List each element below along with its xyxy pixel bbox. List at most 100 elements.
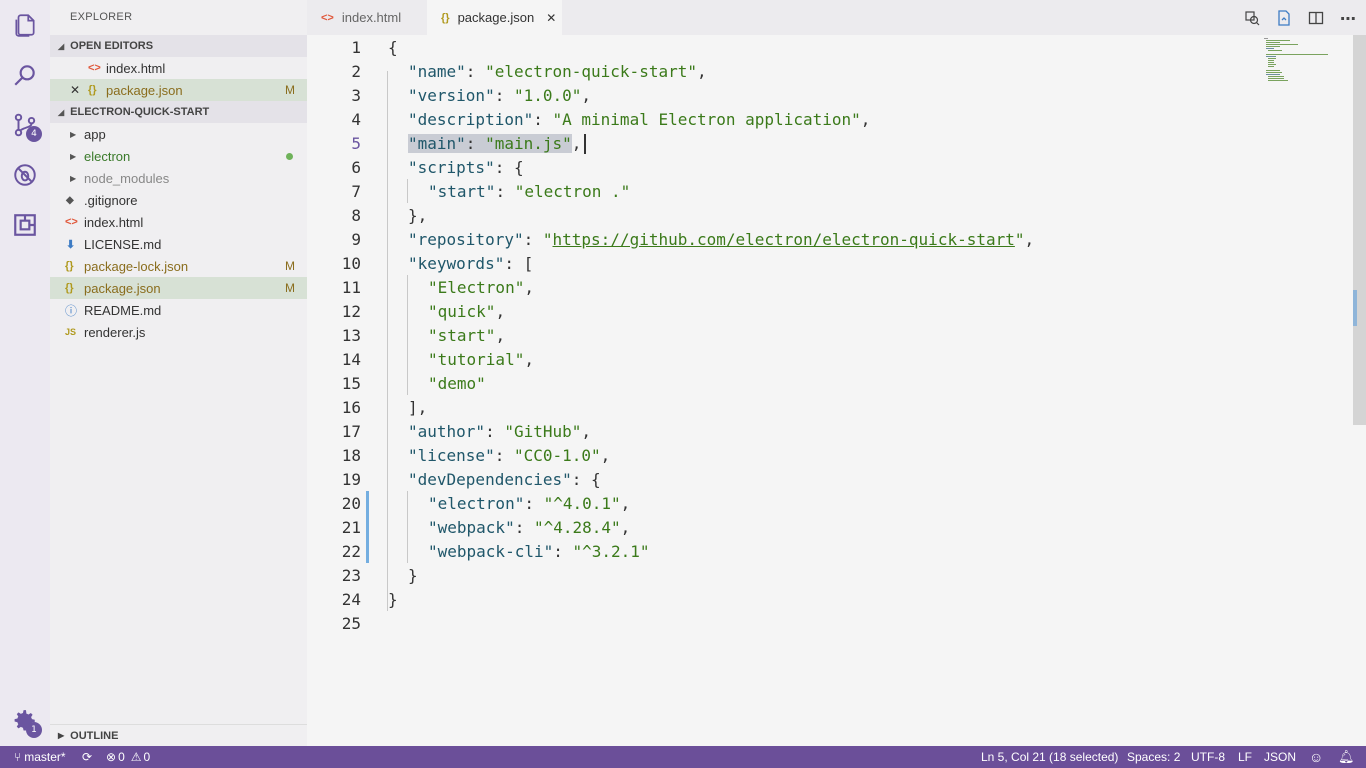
tree-item-label: package.json — [84, 280, 161, 296]
search-icon[interactable] — [0, 50, 50, 100]
code-line[interactable]: 6 "scripts": { — [307, 156, 1307, 180]
tree-item-gitignore[interactable]: ◆ .gitignore — [50, 189, 307, 211]
code-token: "demo" — [428, 374, 486, 393]
tree-item-renderer-js[interactable]: JS renderer.js — [50, 321, 307, 343]
minimap-line — [1268, 62, 1274, 63]
chevron-down-icon: ◢ — [58, 41, 65, 51]
code-line[interactable]: 21 "webpack": "^4.28.4", — [307, 516, 1307, 540]
branch-indicator[interactable]: ⑂ master* — [14, 746, 66, 768]
cursor-position[interactable]: Ln 5, Col 21 (18 selected) — [981, 746, 1118, 768]
code-token: "main" — [408, 134, 466, 153]
code-text: "quick", — [428, 300, 505, 324]
status-dot — [286, 152, 293, 160]
problems-indicator[interactable]: ⊗ 0 ⚠ 0 — [106, 746, 150, 768]
settings-gear-icon[interactable]: 1 — [0, 696, 50, 746]
code-line[interactable]: 25 — [307, 612, 1307, 636]
code-line[interactable]: 8}, — [307, 204, 1307, 228]
feedback-smiley-icon[interactable]: ☺ — [1309, 746, 1323, 768]
code-line[interactable]: 4 "description": "A minimal Electron appl… — [307, 108, 1307, 132]
extensions-icon[interactable] — [0, 200, 50, 250]
debug-icon[interactable] — [0, 150, 50, 200]
open-preview-icon[interactable] — [1275, 9, 1293, 27]
outline-header[interactable]: ▶ OUTLINE — [50, 724, 307, 746]
code-token: : — [465, 134, 486, 153]
code-line[interactable]: 17 "author": "GitHub", — [307, 420, 1307, 444]
code-text: "devDependencies": { — [408, 468, 601, 492]
code-line[interactable]: 23} — [307, 564, 1307, 588]
encoding-setting[interactable]: UTF-8 — [1191, 746, 1225, 768]
sync-icon[interactable]: ⟳ — [82, 746, 92, 768]
code-line[interactable]: 12 "quick", — [307, 300, 1307, 324]
code-token: "main.js" — [485, 134, 572, 153]
code-line[interactable]: 20 "electron": "^4.0.1", — [307, 492, 1307, 516]
code-text: "version": "1.0.0", — [408, 84, 591, 108]
code-line[interactable]: 15 "demo" — [307, 372, 1307, 396]
code-line[interactable]: 13 "start", — [307, 324, 1307, 348]
code-line[interactable]: 9 "repository": "https://github.com/elect… — [307, 228, 1307, 252]
line-number: 25 — [341, 614, 361, 633]
code-text: "license": "CC0-1.0", — [408, 444, 610, 468]
tab-index-html[interactable]: <> index.html — [307, 0, 427, 35]
code-token: : — [494, 446, 514, 465]
notifications-bell-icon[interactable]: 🔔︎ — [1338, 746, 1355, 768]
tree-item-license-md[interactable]: ⬇ LICENSE.md — [50, 233, 307, 255]
line-number: 21 — [341, 518, 361, 537]
compare-changes-icon[interactable] — [1243, 9, 1261, 27]
line-number: 8 — [351, 206, 361, 225]
code-editor[interactable]: 1{ 2 "name": "electron-quick-start", 3 "vers… — [307, 35, 1366, 746]
line-number: 10 — [341, 254, 361, 273]
code-token: "start" — [428, 182, 496, 201]
tab-close-icon[interactable]: ✕ — [546, 11, 556, 25]
code-token: : — [523, 230, 543, 249]
close-icon[interactable]: ✕ — [70, 83, 80, 97]
open-editor-item-index-html[interactable]: <> index.html — [50, 57, 307, 79]
tree-item-package-json[interactable]: {} package.json M — [50, 277, 307, 299]
open-editors-header[interactable]: ◢ OPEN EDITORS — [50, 35, 307, 57]
tab-package-json[interactable]: {} package.json ✕ — [427, 0, 562, 35]
code-line[interactable]: 7 "start": "electron ." — [307, 180, 1307, 204]
tree-item-app[interactable]: ▶ app — [50, 123, 307, 145]
code-token: : { — [494, 158, 524, 177]
code-token: } — [408, 566, 418, 585]
code-line[interactable]: 16], — [307, 396, 1307, 420]
source-control-icon[interactable]: 4 — [0, 100, 50, 150]
minimap-line — [1268, 50, 1282, 51]
minimap[interactable] — [1262, 38, 1332, 88]
code-line[interactable]: 1{ — [307, 36, 1307, 60]
split-editor-icon[interactable] — [1307, 9, 1325, 27]
explorer-icon[interactable] — [0, 0, 50, 50]
vertical-scrollbar[interactable] — [1353, 35, 1366, 425]
code-line[interactable]: 18 "license": "CC0-1.0", — [307, 444, 1307, 468]
code-line[interactable]: 11 "Electron", — [307, 276, 1307, 300]
code-line[interactable]: 14 "tutorial", — [307, 348, 1307, 372]
tree-item-electron[interactable]: ▶ electron — [50, 145, 307, 167]
warning-icon: ⚠ — [130, 750, 142, 764]
scrollbar-change-marker — [1353, 290, 1357, 326]
eol-setting[interactable]: LF — [1238, 746, 1252, 768]
code-text: } — [408, 564, 418, 588]
code-line[interactable]: 5 "main": "main.js", — [307, 132, 1307, 156]
code-line[interactable]: 3 "version": "1.0.0", — [307, 84, 1307, 108]
line-number: 2 — [351, 62, 361, 81]
code-text: "name": "electron-quick-start", — [408, 60, 707, 84]
code-text: "keywords": [ — [408, 252, 533, 276]
tree-item-package-lock-json[interactable]: {} package-lock.json M — [50, 255, 307, 277]
minimap-line — [1266, 44, 1298, 45]
code-line[interactable]: 22 "webpack-cli": "^3.2.1" — [307, 540, 1307, 564]
line-number: 5 — [351, 134, 361, 153]
chevron-right-icon: ▶ — [70, 129, 77, 139]
code-line[interactable]: 19 "devDependencies": { — [307, 468, 1307, 492]
tree-item-readme-md[interactable]: ⓘ README.md — [50, 299, 307, 321]
code-line[interactable]: 10 "keywords": [ — [307, 252, 1307, 276]
code-line[interactable]: 2 "name": "electron-quick-start", — [307, 60, 1307, 84]
tree-item-node-modules[interactable]: ▶ node_modules — [50, 167, 307, 189]
project-folder-header[interactable]: ◢ ELECTRON-QUICK-START — [50, 101, 307, 123]
open-editor-item-package-json[interactable]: ✕ {} package.json M — [50, 79, 307, 101]
line-number: 23 — [341, 566, 361, 585]
more-actions-icon[interactable]: ⋯ — [1339, 9, 1357, 28]
code-line[interactable]: 24} — [307, 588, 1307, 612]
language-mode[interactable]: JSON — [1264, 746, 1296, 768]
tree-item-index-html[interactable]: <> index.html — [50, 211, 307, 233]
indentation-setting[interactable]: Spaces: 2 — [1127, 746, 1180, 768]
minimap-line — [1268, 78, 1284, 79]
